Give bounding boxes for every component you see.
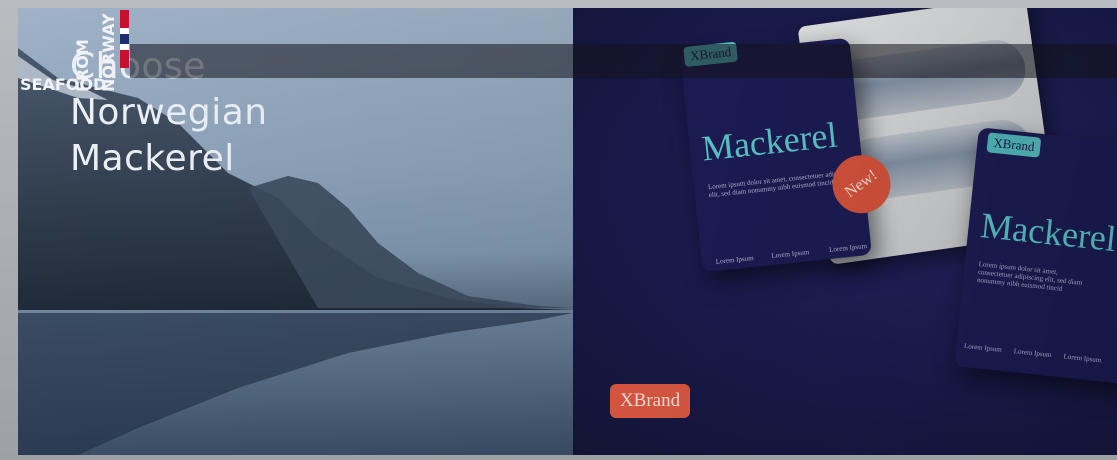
pack-front-footer-1: Lorem Ipsum — [963, 341, 1003, 354]
pack-front-footer-3: Lorem Ipsum — [1063, 352, 1102, 365]
pack-front-body: Lorem ipsum dolor sit amet, consectetuer… — [976, 259, 1083, 293]
pack-back-footer-1: Lorem Ipsum — [715, 253, 754, 266]
logo-line-from: FROM — [73, 39, 92, 92]
pack-front-title: Mackerel — [978, 205, 1117, 260]
shadow-bar — [130, 44, 1117, 78]
logo-line-norway: NORWAY — [99, 13, 118, 92]
pack-back-footer-2: Lorem Ipsum — [771, 248, 810, 260]
pack-back-title: Mackerel — [699, 114, 840, 169]
flag-stripe-white — [120, 28, 129, 34]
flag-stripe-red-2 — [120, 50, 129, 68]
pack-back-footer-3: Lorem Ipsum — [828, 242, 868, 254]
flag-stripe-blue — [120, 34, 129, 44]
product-pack-front: XBrand Mackerel Lorem ipsum dolor sit am… — [953, 127, 1117, 385]
billboard-scene: Choose Norwegian Mackerel SEAFOOD FROM N… — [0, 0, 1117, 460]
headline-line-3: Mackerel — [70, 138, 235, 179]
pack-front-footer-2: Lorem Ipsum — [1013, 347, 1052, 360]
pack-front-brand: XBrand — [986, 132, 1042, 158]
flag-stripe-red — [120, 10, 129, 28]
billboard: Choose Norwegian Mackerel SEAFOOD FROM N… — [18, 8, 1117, 455]
flag-stripe-white-2 — [120, 44, 129, 50]
logo-line-seafood: SEAFOOD — [20, 75, 106, 94]
brand-tag: XBrand — [610, 384, 690, 418]
seafood-from-norway-logo: SEAFOOD FROM NORWAY — [20, 10, 129, 94]
